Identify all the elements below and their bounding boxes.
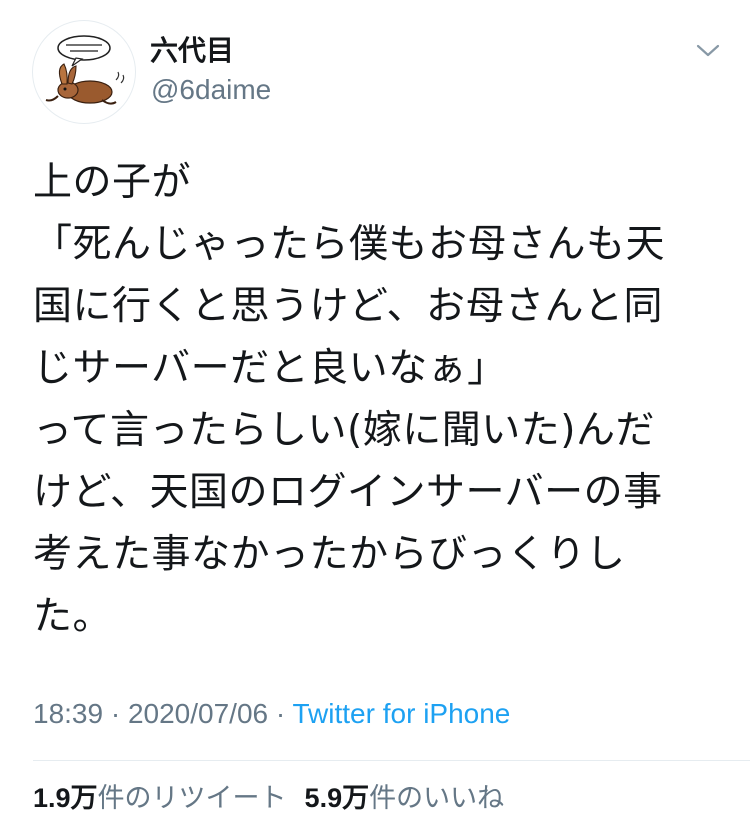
meta-separator: · bbox=[275, 698, 286, 729]
tweet-text: 上の子が 「死んじゃったら僕もお母さんも天 国に行くと思うけど、お母さんと同 じ… bbox=[33, 152, 723, 648]
tweet-text-line: 「死んじゃったら僕もお母さんも天 bbox=[33, 222, 666, 267]
tweet-text-line: じサーバーだと良いなぁ」 bbox=[33, 346, 507, 391]
display-name[interactable]: 六代目 bbox=[150, 33, 234, 69]
tweet-text-line: けど、天国のログインサーバーの事 bbox=[33, 470, 663, 515]
likes-count: 5.9万 bbox=[304, 783, 370, 813]
meta-separator: · bbox=[110, 698, 121, 729]
likes-label: 件のいいね bbox=[369, 783, 505, 814]
tweet-stats: 1.9万件のリツイート 5.9万件のいいね bbox=[33, 778, 504, 819]
avatar[interactable] bbox=[32, 20, 136, 124]
retweets-label: 件のリツイート bbox=[97, 783, 287, 814]
tweet-text-line: 国に行くと思うけど、お母さんと同 bbox=[33, 284, 664, 329]
tweet-text-line: 考えた事なかったからびっくりし bbox=[33, 532, 626, 577]
tweet-card: 六代目 @6daime 上の子が 「死んじゃったら僕もお母さんも天 国に行くと思… bbox=[0, 0, 750, 829]
rabbit-avatar-icon bbox=[45, 35, 125, 105]
tweet-text-line: 上の子が bbox=[33, 160, 192, 205]
tweet-text-line: って言ったらしい(嫁に聞いた)んだ bbox=[33, 408, 655, 453]
chevron-down-icon[interactable] bbox=[694, 36, 722, 64]
divider bbox=[33, 760, 750, 761]
retweets-stat[interactable]: 1.9万件のリツイート bbox=[33, 783, 287, 814]
retweets-count: 1.9万 bbox=[33, 783, 98, 813]
user-handle[interactable]: @6daime bbox=[151, 72, 271, 108]
tweet-date[interactable]: 2020/07/06 bbox=[128, 698, 268, 729]
tweet-meta: 18:39 · 2020/07/06 · Twitter for iPhone bbox=[33, 694, 510, 734]
tweet-time[interactable]: 18:39 bbox=[33, 698, 103, 729]
tweet-text-line: た。 bbox=[33, 594, 113, 639]
tweet-source-link[interactable]: Twitter for iPhone bbox=[293, 698, 511, 729]
likes-stat[interactable]: 5.9万件のいいね bbox=[305, 783, 505, 814]
